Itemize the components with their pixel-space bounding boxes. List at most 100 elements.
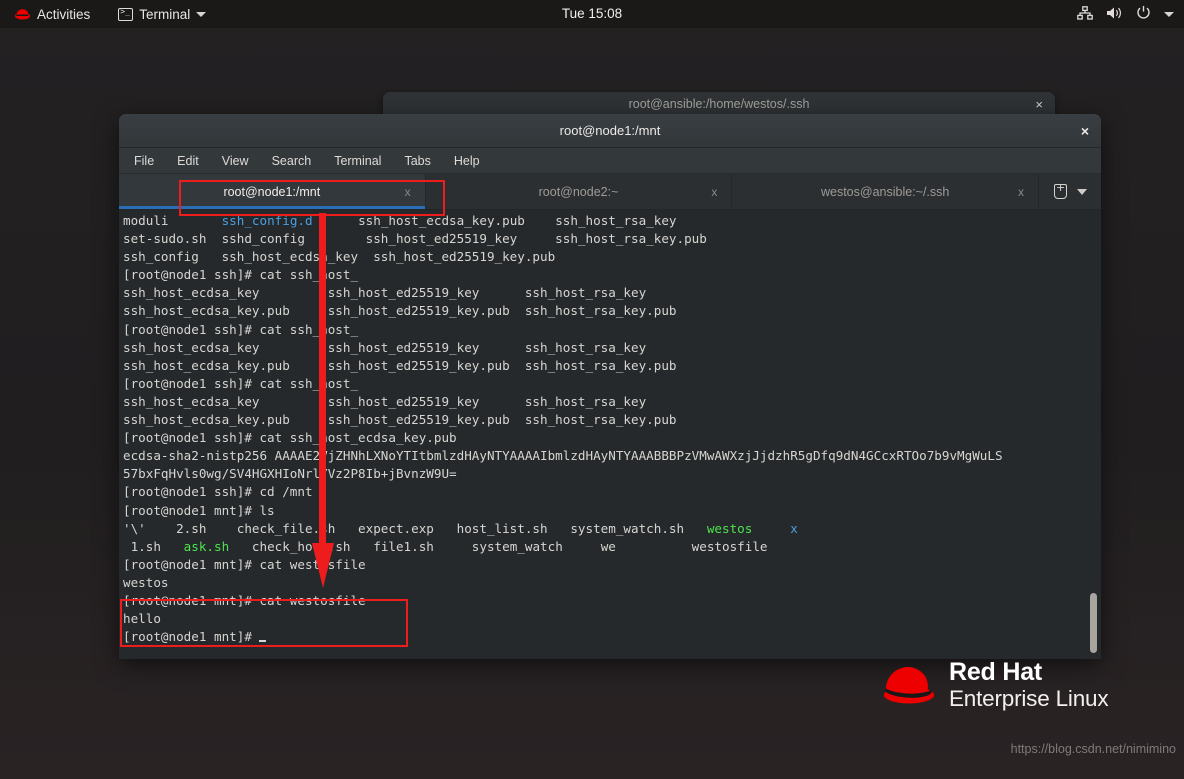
terminal-run: ask.sh xyxy=(183,538,230,554)
terminal-line: ssh_host_ecdsa_key ssh_host_ed25519_key … xyxy=(123,339,1101,357)
terminal-run: ssh_host_ecdsa_key.pub ssh_host_ed25519_… xyxy=(123,303,677,319)
terminal-window[interactable]: root@node1:/mnt × File Edit View Search … xyxy=(119,114,1101,659)
background-window-close-icon[interactable]: × xyxy=(1035,97,1043,112)
redhat-branding: Red Hat Enterprise Linux xyxy=(880,658,1109,712)
terminal-line: [root@node1 ssh]# cd /mnt xyxy=(123,483,1101,501)
terminal-line: [root@node1 ssh]# cat ssh_host_ xyxy=(123,375,1101,393)
tab-close-icon[interactable]: x xyxy=(711,185,717,199)
window-close-icon[interactable]: × xyxy=(1081,114,1089,148)
terminal-line: set-sudo.sh sshd_config ssh_host_ed25519… xyxy=(123,230,1101,248)
new-tab-icon[interactable] xyxy=(1053,181,1067,199)
terminal-line: [root@node1 mnt]# xyxy=(123,628,1101,646)
terminal-line: [root@node1 mnt]# ls xyxy=(123,502,1101,520)
terminal-line: 1.sh ask.sh check_host.sh file1.sh syste… xyxy=(123,538,1101,556)
tab-close-icon[interactable]: x xyxy=(405,185,411,199)
terminal-run: [root@node1 mnt]# cat westosfile xyxy=(123,592,366,608)
system-status-area[interactable] xyxy=(1077,0,1174,28)
terminal-line: westos xyxy=(123,574,1101,592)
terminal-line: ssh_host_ecdsa_key ssh_host_ed25519_key … xyxy=(123,393,1101,411)
terminal-line: ssh_host_ecdsa_key.pub ssh_host_ed25519_… xyxy=(123,302,1101,320)
terminal-run: [root@node1 mnt]# xyxy=(123,629,260,645)
background-window-title: root@ansible:/home/westos/.ssh xyxy=(628,97,810,111)
menu-item-terminal[interactable]: Terminal xyxy=(331,153,384,169)
tab-westos-ansible-ssh[interactable]: westos@ansible:~/.ssh x xyxy=(732,174,1040,209)
volume-icon[interactable] xyxy=(1106,6,1123,23)
terminal-scrollbar[interactable] xyxy=(1089,210,1098,659)
tab-root-node1-mnt[interactable]: root@node1:/mnt x xyxy=(119,174,426,209)
window-titlebar[interactable]: root@node1:/mnt × xyxy=(119,114,1101,148)
terminal-run: ssh_host_ecdsa_key ssh_host_ed25519_key … xyxy=(123,393,647,409)
app-menu-label: Terminal xyxy=(139,6,191,22)
tab-label: root@node1:/mnt xyxy=(223,184,321,199)
terminal-run: [root@node1 ssh]# cat ssh_host_ecdsa_key… xyxy=(123,430,457,446)
activities-label: Activities xyxy=(37,6,91,22)
redhat-fedora-logo-icon xyxy=(880,662,938,706)
terminal-run: ssh_host_ecdsa_key.pub ssh_host_ed25519_… xyxy=(123,412,677,428)
chevron-down-icon[interactable] xyxy=(1076,188,1087,195)
terminal-run: ssh_config.d xyxy=(221,213,313,228)
tab-label: root@node2:~ xyxy=(538,184,619,199)
tab-root-node2-home[interactable]: root@node2:~ x xyxy=(426,174,733,209)
power-icon[interactable] xyxy=(1136,5,1151,23)
activities-button[interactable]: Activities xyxy=(8,4,96,25)
terminal-line: ecdsa-sha2-nistp256 AAAAE2VjZHNhLXNoYTIt… xyxy=(123,447,1101,465)
redhat-logo-icon xyxy=(14,8,31,20)
terminal-run: 57bxFqHvls0wg/SV4HGXHIoNrlYVz2P8Ib+jBvnz… xyxy=(123,466,457,482)
terminal-line: 57bxFqHvls0wg/SV4HGXHIoNrlYVz2P8Ib+jBvnz… xyxy=(123,465,1101,483)
terminal-cursor xyxy=(259,640,267,643)
terminal-run: ssh_host_ecdsa_key.pub ssh_host_rsa_key xyxy=(312,213,677,228)
terminal-line: ssh_host_ecdsa_key.pub ssh_host_ed25519_… xyxy=(123,357,1101,375)
annotation-arrow-icon xyxy=(312,213,334,588)
watermark-text: https://blog.csdn.net/nimimino xyxy=(1010,742,1176,756)
menu-item-file[interactable]: File xyxy=(131,153,157,169)
terminal-run: ssh_host_ecdsa_key ssh_host_ed25519_key … xyxy=(123,285,647,301)
terminal-line: ssh_host_ecdsa_key ssh_host_ed25519_key … xyxy=(123,284,1101,302)
terminal-run: '\' 2.sh check_file.sh expect.exp host_l… xyxy=(123,520,707,536)
window-title: root@node1:/mnt xyxy=(559,123,661,138)
terminal-line: ssh_host_ecdsa_key.pub ssh_host_ed25519_… xyxy=(123,411,1101,429)
terminal-line: [root@node1 ssh]# cat ssh_host_ xyxy=(123,321,1101,339)
terminal-run: ssh_config ssh_host_ecdsa_key ssh_host_e… xyxy=(123,249,556,265)
terminal-run: ssh_host_ecdsa_key ssh_host_ed25519_key … xyxy=(123,339,647,355)
terminal-run: ssh_host_ecdsa_key.pub ssh_host_ed25519_… xyxy=(123,357,677,373)
terminal-run: westos xyxy=(123,574,169,590)
terminal-run: x xyxy=(790,520,798,536)
terminal-line: hello xyxy=(123,610,1101,628)
terminal-run: moduli xyxy=(123,213,222,228)
terminal-run: ecdsa-sha2-nistp256 AAAAE2VjZHNhLXNoYTIt… xyxy=(123,448,1003,464)
gnome-top-bar: Activities Terminal Tue 15:08 xyxy=(0,0,1184,28)
terminal-run: hello xyxy=(123,611,161,627)
tab-bar-tools[interactable] xyxy=(1039,174,1101,209)
chevron-down-icon[interactable] xyxy=(1164,11,1174,17)
desktop-screen: Activities Terminal Tue 15:08 xyxy=(0,0,1184,779)
terminal-run xyxy=(752,521,790,536)
scrollbar-thumb[interactable] xyxy=(1090,593,1097,653)
tab-label: westos@ansible:~/.ssh xyxy=(820,184,950,199)
tab-bar[interactable]: root@node1:/mnt x root@node2:~ x westos@… xyxy=(119,174,1101,210)
terminal-run: 1.sh xyxy=(123,538,184,554)
terminal-line: '\' 2.sh check_file.sh expect.exp host_l… xyxy=(123,520,1101,538)
brand-line-1: Red Hat xyxy=(949,658,1043,686)
menu-item-search[interactable]: Search xyxy=(269,153,315,169)
menu-item-edit[interactable]: Edit xyxy=(174,153,202,169)
terminal-output-area[interactable]: moduli ssh_config.d ssh_host_ecdsa_key.p… xyxy=(119,210,1101,659)
menu-item-view[interactable]: View xyxy=(219,153,252,169)
terminal-line: [root@node1 ssh]# cat ssh_host_ecdsa_key… xyxy=(123,429,1101,447)
terminal-run: set-sudo.sh sshd_config ssh_host_ed25519… xyxy=(123,231,707,247)
terminal-icon xyxy=(118,7,134,21)
app-menu-terminal[interactable]: Terminal xyxy=(112,4,212,25)
terminal-line: ssh_config ssh_host_ecdsa_key ssh_host_e… xyxy=(123,248,1101,266)
network-icon[interactable] xyxy=(1077,5,1093,23)
menu-item-help[interactable]: Help xyxy=(451,153,483,169)
terminal-run: westos xyxy=(706,520,753,536)
terminal-run: check_host.sh file1.sh system_watch we w… xyxy=(229,538,768,554)
tab-close-icon[interactable]: x xyxy=(1018,185,1024,199)
brand-line-2: Enterprise Linux xyxy=(949,686,1109,711)
terminal-line: [root@node1 mnt]# cat westosfile xyxy=(123,556,1101,574)
menu-bar[interactable]: File Edit View Search Terminal Tabs Help xyxy=(119,148,1101,174)
terminal-line: moduli ssh_config.d ssh_host_ecdsa_key.p… xyxy=(123,212,1101,230)
menu-item-tabs[interactable]: Tabs xyxy=(401,153,433,169)
chevron-down-icon xyxy=(196,11,207,17)
terminal-run: [root@node1 mnt]# ls xyxy=(123,502,275,518)
terminal-line: [root@node1 mnt]# cat westosfile xyxy=(123,592,1101,610)
